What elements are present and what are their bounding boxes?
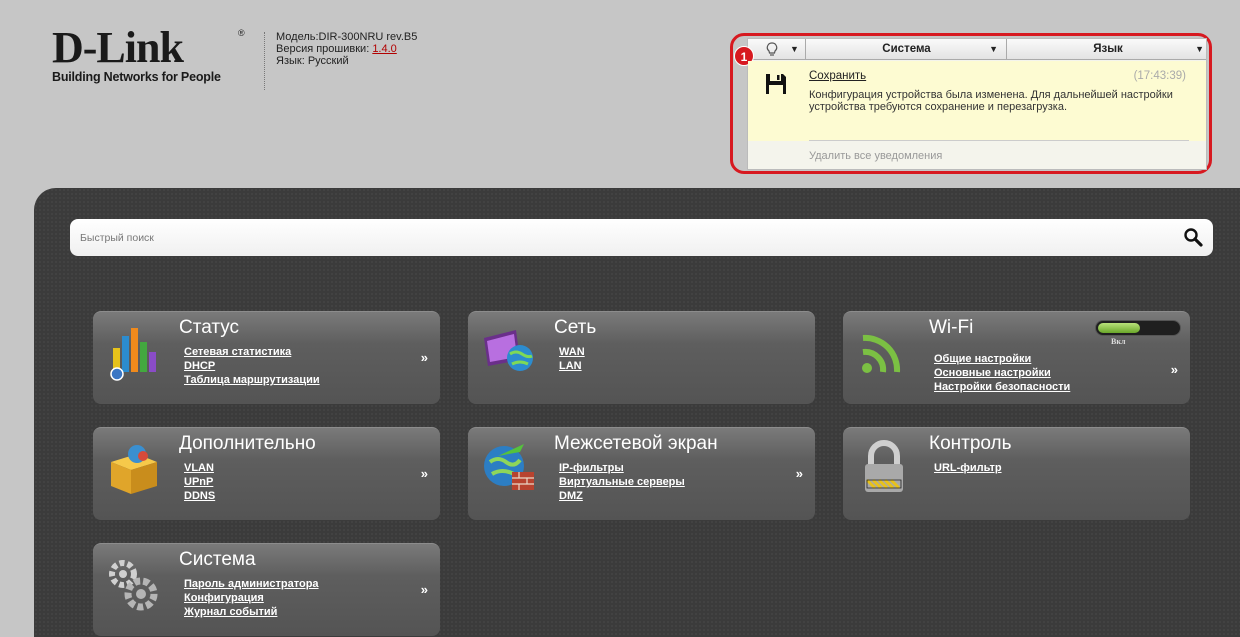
system-links: Пароль администратора Конфигурация Журна…: [184, 577, 319, 619]
wifi-icon: [862, 334, 901, 373]
notification-time: (17:43:39): [1133, 70, 1186, 82]
advanced-links: VLAN UPnP DDNS: [184, 461, 215, 503]
firewall-globe-icon: [484, 444, 534, 490]
gears-icon: [109, 560, 158, 611]
device-info: Модель:DIR-300NRU rev.B5 Версия прошивки…: [276, 31, 417, 67]
firewall-more-arrow[interactable]: »: [796, 466, 803, 481]
firmware-line: Версия прошивки: 1.4.0: [276, 43, 417, 55]
firewall-title: Межсетевой экран: [554, 433, 718, 454]
upnp-link[interactable]: UPnP: [184, 475, 215, 489]
system-title: Система: [179, 549, 256, 570]
wifi-toggle[interactable]: [1095, 320, 1181, 336]
chevron-down-icon: ▼: [989, 44, 998, 54]
ddns-link[interactable]: DDNS: [184, 489, 215, 503]
package-box-icon: [111, 445, 157, 494]
wifi-title: Wi-Fi: [929, 317, 974, 338]
routing-table-link[interactable]: Таблица маршрутизации: [184, 373, 320, 387]
bar-chart-icon: [110, 328, 156, 381]
chevron-down-icon: ▼: [1195, 44, 1204, 54]
lightbulb-icon: [766, 42, 778, 56]
logo-wordmark: D-Link: [52, 23, 184, 72]
firmware-label: Версия прошивки:: [276, 43, 373, 55]
security-settings-link[interactable]: Настройки безопасности: [934, 380, 1070, 394]
advanced-card: Дополнительно VLAN UPnP DDNS »: [93, 427, 440, 520]
notification-item: Сохранить (17:43:39) Конфигурация устрой…: [748, 61, 1206, 141]
wifi-links: Общие настройки Основные настройки Настр…: [934, 352, 1070, 394]
padlock-icon: [865, 440, 903, 492]
status-links: Сетевая статистика DHCP Таблица маршрути…: [184, 345, 320, 387]
general-settings-link[interactable]: Общие настройки: [934, 352, 1070, 366]
status-more-arrow[interactable]: »: [421, 350, 428, 365]
language-menu[interactable]: Язык ▼: [1008, 39, 1208, 60]
configuration-link[interactable]: Конфигурация: [184, 591, 319, 605]
control-title: Контроль: [929, 433, 1012, 454]
network-links: WAN LAN: [559, 345, 585, 373]
firmware-version-link[interactable]: 1.4.0: [372, 43, 396, 55]
admin-password-link[interactable]: Пароль администратора: [184, 577, 319, 591]
clear-all-notifications-link[interactable]: Удалить все уведомления: [809, 150, 942, 162]
system-card: Система Пароль администратора Конфигурац…: [93, 543, 440, 636]
notification-divider: [809, 140, 1189, 141]
notification-message: Конфигурация устройства была изменена. Д…: [809, 89, 1173, 113]
page: D-Link ® Building Networks for People Мо…: [0, 0, 1240, 637]
network-title: Сеть: [554, 317, 597, 338]
dhcp-link[interactable]: DHCP: [184, 359, 320, 373]
wifi-more-arrow[interactable]: »: [1171, 362, 1178, 377]
language-menu-label: Язык: [1093, 43, 1123, 55]
ip-filters-link[interactable]: IP-фильтры: [559, 461, 685, 475]
quick-search-bar: [70, 219, 1213, 256]
logo-tagline: Building Networks for People: [52, 70, 221, 84]
save-floppy-icon[interactable]: [764, 72, 788, 96]
dmz-link[interactable]: DMZ: [559, 489, 685, 503]
firewall-links: IP-фильтры Виртуальные серверы DMZ: [559, 461, 685, 503]
control-card: Контроль URL-фильтр: [843, 427, 1190, 520]
header-separator: [264, 32, 265, 90]
chevron-down-icon: ▼: [790, 44, 799, 54]
notifications-menu[interactable]: ▼: [756, 39, 806, 60]
search-input[interactable]: [70, 219, 1170, 256]
network-monitor-icon: [484, 330, 533, 371]
firewall-card: Межсетевой экран IP-фильтры Виртуальные …: [468, 427, 815, 520]
wifi-card: Wi-Fi Вкл Общие настройки Основные настр…: [843, 311, 1190, 404]
wan-link[interactable]: WAN: [559, 345, 585, 359]
notification-panel: ▼ Система ▼ Язык ▼ 1 Сохранить (17:43:39…: [734, 38, 1207, 170]
network-statistics-link[interactable]: Сетевая статистика: [184, 345, 320, 359]
top-menu-bar: ▼ Система ▼ Язык ▼: [748, 39, 1206, 60]
logo-registered-mark: ®: [238, 28, 245, 38]
dlink-logo[interactable]: D-Link ® Building Networks for People: [52, 23, 245, 85]
save-link[interactable]: Сохранить: [809, 70, 866, 82]
url-filter-link[interactable]: URL-фильтр: [934, 461, 1002, 475]
event-log-link[interactable]: Журнал событий: [184, 605, 319, 619]
model-text: Модель:DIR-300NRU rev.B5: [276, 31, 418, 43]
system-menu[interactable]: Система ▼: [807, 39, 1007, 60]
lan-link[interactable]: LAN: [559, 359, 585, 373]
network-card: Сеть WAN LAN: [468, 311, 815, 404]
control-links: URL-фильтр: [934, 461, 1002, 475]
advanced-more-arrow[interactable]: »: [421, 466, 428, 481]
system-menu-label: Система: [882, 43, 931, 55]
status-card: Статус Сетевая статистика DHCP Таблица м…: [93, 311, 440, 404]
system-more-arrow[interactable]: »: [421, 582, 428, 597]
wifi-toggle-label: Вкл: [1111, 337, 1126, 346]
basic-settings-link[interactable]: Основные настройки: [934, 366, 1070, 380]
wifi-toggle-on-indicator: [1098, 323, 1140, 333]
advanced-title: Дополнительно: [179, 433, 316, 454]
search-icon[interactable]: [1183, 227, 1203, 247]
virtual-servers-link[interactable]: Виртуальные серверы: [559, 475, 685, 489]
vlan-link[interactable]: VLAN: [184, 461, 215, 475]
language-text: Язык: Русский: [276, 55, 349, 67]
status-title: Статус: [179, 317, 240, 338]
